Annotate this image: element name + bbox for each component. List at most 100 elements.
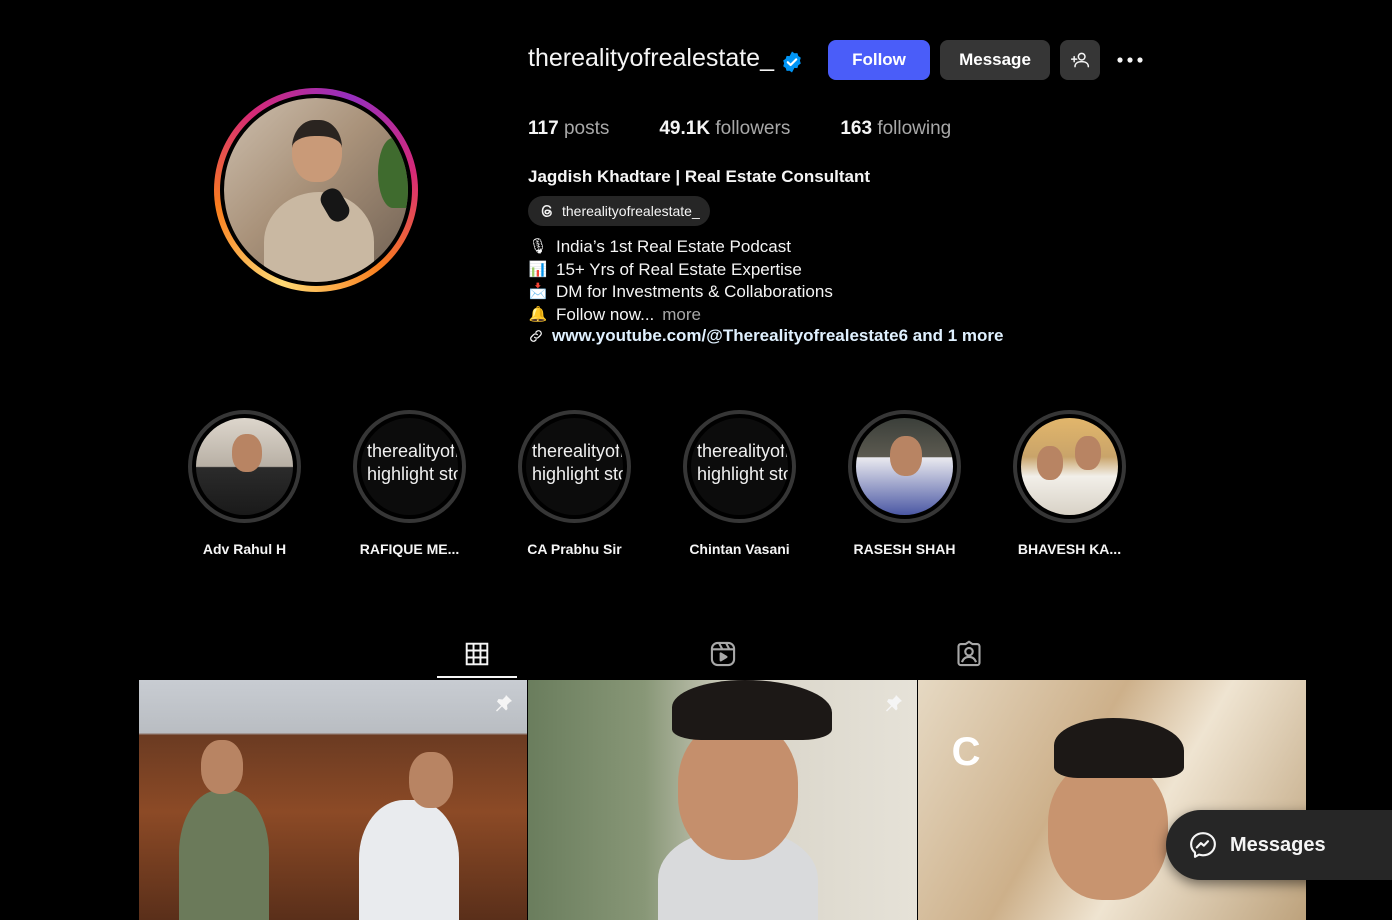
following-stat[interactable]: 163 following — [840, 118, 951, 140]
highlight-label: RASESH SHAH — [853, 541, 956, 557]
post-person — [179, 790, 269, 920]
highlight-face — [1037, 446, 1063, 480]
highlight-ring: therealityofr highlight sto — [353, 410, 466, 523]
bio-line: 🎙 India’s 1st Real Estate Podcast — [528, 236, 833, 259]
more-options-button[interactable] — [1110, 40, 1150, 80]
tagged-icon — [957, 640, 981, 667]
bio-line: 📊 15+ Yrs of Real Estate Expertise — [528, 259, 833, 282]
posts-label: posts — [563, 118, 610, 139]
avatar-photo — [224, 98, 408, 282]
highlight-ring — [848, 410, 961, 523]
messenger-icon — [1190, 832, 1216, 858]
profile-username: therealityofrealestate_ — [528, 44, 774, 72]
suggested-users-button[interactable] — [1060, 40, 1100, 80]
post-face — [678, 720, 799, 860]
highlight-label: Adv Rahul H — [202, 541, 287, 557]
highlight-cover-text: highlight sto — [697, 464, 788, 484]
tab-posts[interactable] — [437, 630, 517, 678]
highlight-ring: therealityofr highlight sto — [518, 410, 631, 523]
highlight-label: RAFIQUE ME... — [359, 541, 460, 557]
bio-text: 15+ Yrs of Real Estate Expertise — [556, 259, 802, 279]
tab-reels[interactable] — [683, 630, 763, 678]
pin-icon — [496, 695, 513, 712]
link-icon — [530, 330, 542, 342]
profile-stats: 117 posts 49.1K followers 163 following — [528, 118, 951, 140]
threads-handle: therealityofrealestate_ — [562, 203, 700, 219]
chart-icon: 📊 — [528, 260, 548, 278]
highlight-item[interactable]: therealityofr highlight sto RAFIQUE ME..… — [353, 410, 466, 557]
grid-icon — [465, 642, 489, 666]
post-thumbnail[interactable] — [139, 680, 528, 920]
threads-link[interactable]: therealityofrealestate_ — [528, 196, 710, 226]
posts-count: 117 — [528, 118, 559, 139]
highlight-item[interactable]: RASESH SHAH — [848, 410, 961, 557]
post-thumbnail[interactable]: C — [917, 680, 1306, 920]
bio-more-link[interactable]: more — [662, 304, 701, 327]
microphone-icon: 🎙 — [528, 238, 548, 255]
bio-text: India’s 1st Real Estate Podcast — [556, 237, 791, 256]
post-face — [1047, 760, 1168, 900]
highlight-cover — [196, 418, 293, 515]
bio-text: DM for Investments & Collaborations — [556, 282, 833, 301]
following-label: following — [877, 118, 952, 139]
posts-grid: C — [139, 680, 1306, 920]
profile-avatar[interactable] — [214, 88, 418, 292]
bio-line: 🔔 Follow now... more — [528, 304, 833, 327]
bell-icon: 🔔 — [528, 305, 548, 323]
bio-text: Follow now... — [556, 304, 655, 324]
highlight-cover: therealityofr highlight sto — [691, 418, 788, 515]
followers-count: 49.1K — [659, 118, 711, 139]
highlight-cover — [1021, 418, 1118, 515]
external-link-text: www.youtube.com/@Therealityofrealestate6… — [552, 326, 1004, 345]
tab-tagged[interactable] — [929, 630, 1009, 678]
messages-label: Messages — [1230, 833, 1326, 856]
avatar-head — [292, 120, 342, 182]
follow-button[interactable]: Follow — [828, 40, 930, 80]
avatar-body — [264, 192, 374, 282]
story-highlights: Adv Rahul H therealityofr highlight sto … — [188, 410, 1126, 557]
followers-label: followers — [715, 118, 791, 139]
highlight-ring — [1013, 410, 1126, 523]
highlight-cover-text: highlight sto — [367, 464, 458, 484]
highlight-face — [1075, 436, 1101, 470]
more-dots-icon — [1117, 57, 1143, 63]
highlight-item[interactable]: Adv Rahul H — [188, 410, 301, 557]
profile-bio: 🎙 India’s 1st Real Estate Podcast 📊 15+ … — [528, 236, 833, 327]
post-face — [409, 752, 453, 808]
highlight-cover — [856, 418, 953, 515]
highlight-label: CA Prabhu Sir — [527, 541, 622, 557]
verified-badge-icon — [783, 51, 801, 73]
profile-full-name: Jagdish Khadtare | Real Estate Consultan… — [528, 167, 871, 186]
brand-logo: C — [951, 730, 981, 774]
highlight-cover: therealityofr highlight sto — [361, 418, 458, 515]
message-button[interactable]: Message — [940, 40, 1050, 80]
pin-icon — [885, 695, 902, 712]
highlight-cover-text: therealityofr — [532, 441, 623, 461]
highlight-ring — [188, 410, 301, 523]
post-hair — [1053, 718, 1184, 778]
inbox-icon: 📩 — [528, 283, 548, 300]
profile-external-link[interactable]: www.youtube.com/@Therealityofrealestate6… — [528, 326, 1003, 346]
highlight-item[interactable]: therealityofr highlight sto CA Prabhu Si… — [518, 410, 631, 557]
highlight-cover-text: therealityofr — [367, 441, 458, 461]
profile-tabs — [139, 630, 1306, 678]
threads-icon — [541, 204, 552, 218]
post-person — [359, 800, 459, 920]
messages-button[interactable]: Messages — [1166, 810, 1392, 880]
highlight-label: Chintan Vasani — [689, 541, 790, 557]
highlight-item[interactable]: therealityofr highlight sto Chintan Vasa… — [683, 410, 796, 557]
avatar-border — [220, 94, 412, 286]
posts-stat: 117 posts — [528, 118, 609, 140]
highlight-face — [232, 434, 262, 472]
reels-icon — [710, 641, 736, 667]
post-thumbnail[interactable] — [528, 680, 917, 920]
highlight-cover: therealityofr highlight sto — [526, 418, 623, 515]
highlight-cover-text: therealityofr — [697, 441, 788, 461]
highlight-item[interactable]: BHAVESH KA... — [1013, 410, 1126, 557]
following-count: 163 — [840, 118, 873, 139]
add-user-icon — [1070, 52, 1090, 68]
highlight-ring: therealityofr highlight sto — [683, 410, 796, 523]
highlight-label: BHAVESH KA... — [1017, 541, 1122, 557]
followers-stat[interactable]: 49.1K followers — [659, 118, 790, 140]
highlight-cover-text: highlight sto — [532, 464, 623, 484]
